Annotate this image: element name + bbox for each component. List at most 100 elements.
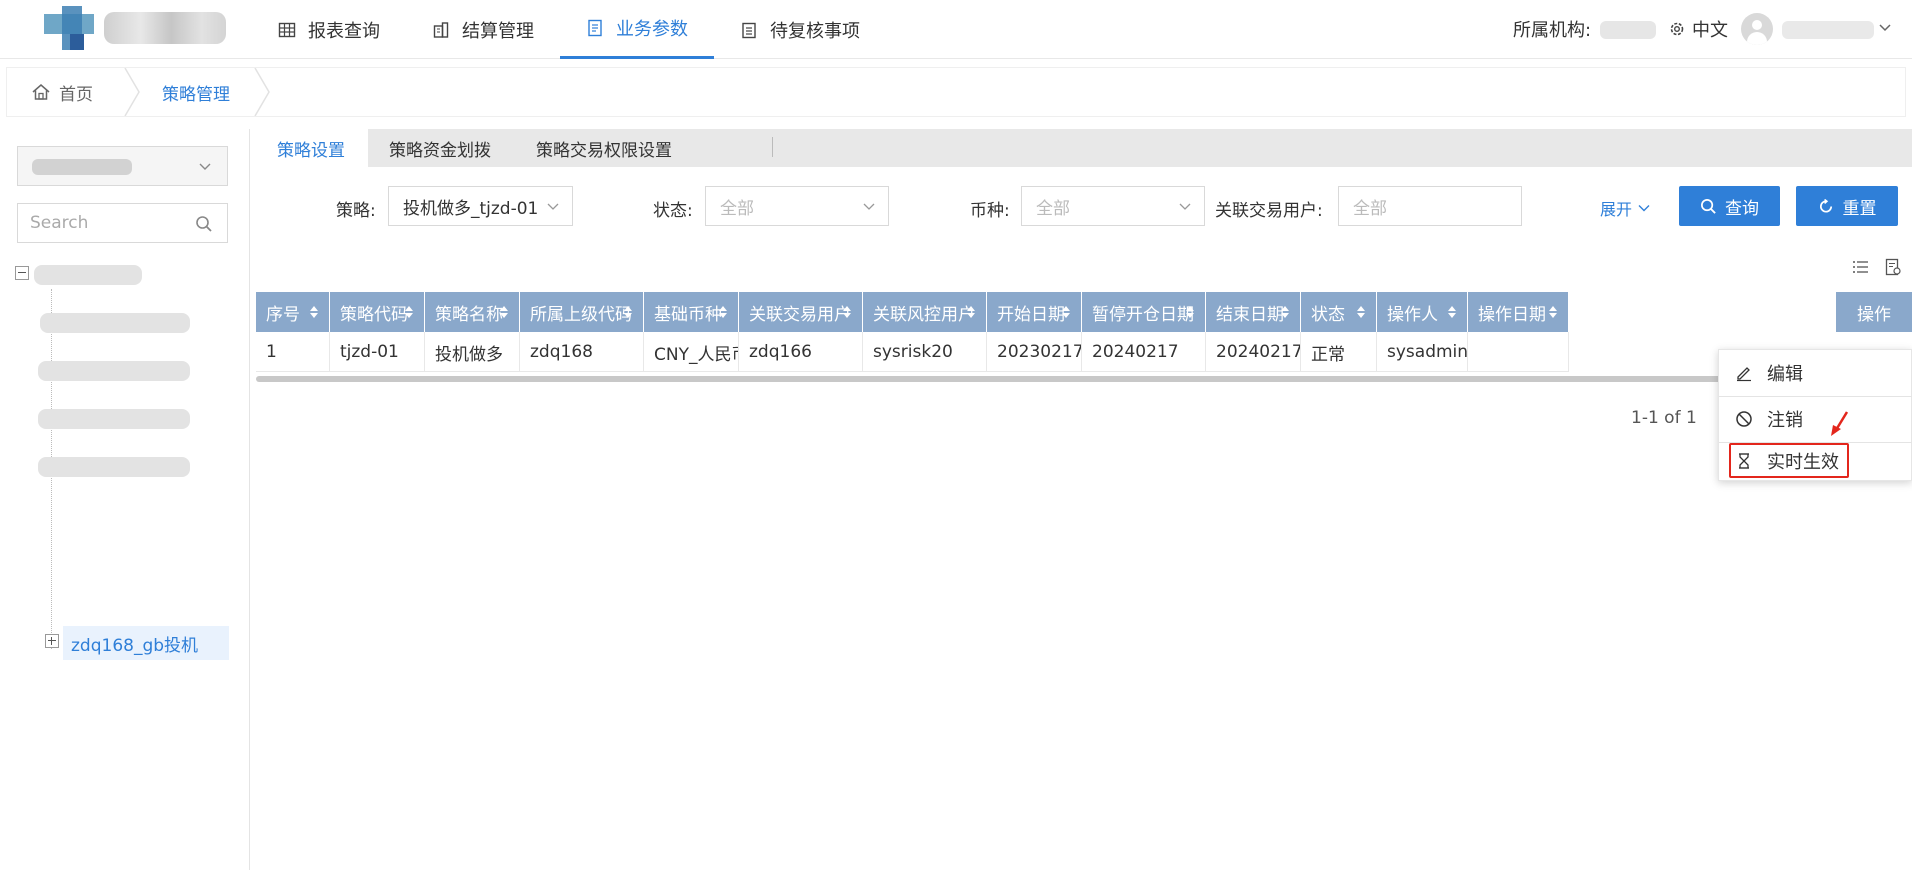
sort-icon[interactable] — [1185, 305, 1195, 319]
column-header-label: 结束日期 — [1216, 304, 1284, 325]
home-icon — [32, 84, 50, 100]
trading-user-input[interactable]: 全部 — [1338, 186, 1522, 226]
tree-node-redacted[interactable] — [38, 409, 190, 429]
refresh-icon — [1819, 198, 1832, 212]
search-icon[interactable] — [195, 215, 213, 233]
nav-pending-review[interactable]: 待复核事项 — [714, 0, 886, 59]
column-header[interactable]: 所属上级代码 — [520, 292, 644, 332]
column-header[interactable]: 策略代码 — [330, 292, 425, 332]
sort-icon[interactable] — [623, 305, 633, 319]
column-header[interactable]: 状态 — [1301, 292, 1377, 332]
column-header-label: 策略代码 — [340, 304, 408, 325]
tree-node-redacted[interactable] — [40, 313, 190, 333]
sort-icon[interactable] — [842, 305, 852, 319]
column-header[interactable]: 基础币种 — [644, 292, 739, 332]
top-bar: 报表查询 结算管理 业务参数 待复核事项 所属机构: 中文 — [0, 0, 1912, 59]
breadcrumb-current[interactable]: 策略管理 — [162, 68, 230, 116]
column-header-label: 基础币种 — [654, 304, 722, 325]
status-select[interactable]: 全部 — [705, 186, 889, 226]
org-select-value-redacted — [32, 159, 132, 175]
org-select[interactable] — [17, 146, 228, 186]
column-header-label: 操作日期 — [1478, 304, 1546, 325]
nav-label: 业务参数 — [616, 19, 688, 40]
column-list-icon[interactable] — [1852, 258, 1870, 276]
query-button[interactable]: 查询 — [1679, 186, 1780, 226]
table-cell: 正常 — [1301, 332, 1377, 372]
column-header[interactable]: 操作日期 — [1468, 292, 1569, 332]
sort-icon[interactable] — [1280, 305, 1290, 319]
language-switch[interactable]: 中文 — [1668, 16, 1728, 42]
tab-strategy-settings[interactable]: 策略设置 — [256, 129, 368, 167]
tree-search — [17, 203, 228, 243]
brand-name-redacted — [104, 12, 226, 44]
column-header[interactable]: 操作人 — [1377, 292, 1468, 332]
query-button-label: 查询 — [1725, 198, 1759, 219]
expand-filters-toggle[interactable]: 展开 — [1600, 196, 1650, 220]
breadcrumb-home[interactable]: 首页 — [31, 68, 93, 116]
tree-collapse-toggle[interactable] — [15, 266, 29, 280]
org-value-redacted — [1600, 21, 1656, 39]
column-header[interactable]: 关联交易用户 — [739, 292, 863, 332]
currency-select-placeholder: 全部 — [1036, 198, 1070, 219]
export-icon[interactable] — [1884, 258, 1902, 276]
annotation-arrow — [1831, 411, 1849, 436]
tab-strategy-fund-transfer[interactable]: 策略资金划拨 — [389, 129, 491, 167]
strategy-filter-label: 策略: — [336, 201, 376, 221]
sort-icon[interactable] — [1548, 305, 1558, 319]
table-cell: sysrisk20 — [863, 332, 987, 372]
strategy-select[interactable]: 投机做多_tjzd-01 — [388, 186, 573, 226]
search-input[interactable] — [30, 212, 190, 234]
document-icon — [588, 19, 602, 37]
language-label: 中文 — [1692, 20, 1728, 41]
avatar[interactable] — [1741, 13, 1773, 45]
column-header-label: 开始日期 — [997, 304, 1065, 325]
menu-item-edit[interactable]: 编辑 — [1719, 350, 1912, 396]
chevron-down-icon[interactable] — [1878, 18, 1892, 38]
brand-logo[interactable] — [44, 6, 94, 50]
sort-icon[interactable] — [966, 305, 976, 319]
column-header[interactable]: 结束日期 — [1206, 292, 1301, 332]
table-row[interactable]: 1tjzd-01投机做多zdq168CNY_人民币zdq166sysrisk20… — [256, 332, 1569, 372]
tree-root-redacted[interactable] — [34, 265, 142, 285]
table-cell: 20240217 — [1082, 332, 1206, 372]
action-column-header: 操作 — [1833, 292, 1912, 332]
trading-user-placeholder: 全部 — [1353, 198, 1387, 219]
column-header[interactable]: 序号 — [256, 292, 330, 332]
tree-node-selected[interactable]: zdq168_gb投机 — [63, 626, 229, 660]
column-header[interactable]: 关联风控用户 — [863, 292, 987, 332]
status-filter-label: 状态: — [653, 201, 693, 221]
tree-node-redacted[interactable] — [38, 361, 190, 381]
chevron-down-icon — [1179, 203, 1191, 210]
sort-icon[interactable] — [718, 305, 728, 319]
column-header[interactable]: 暂停开仓日期 — [1082, 292, 1206, 332]
column-header[interactable]: 开始日期 — [987, 292, 1082, 332]
sort-icon[interactable] — [499, 305, 509, 319]
breadcrumb-separator — [254, 68, 270, 116]
status-select-placeholder: 全部 — [720, 198, 754, 219]
horizontal-scrollbar[interactable] — [256, 376, 1836, 382]
search-icon — [1701, 198, 1716, 214]
table-header: 序号 策略代码 策略名称 所属上级代码 基础币种 关联交易用户 关联风控用户 开始日期 暂停开仓… — [256, 292, 1569, 332]
sort-icon[interactable] — [1356, 305, 1366, 319]
main-nav: 报表查询 结算管理 业务参数 待复核事项 — [252, 0, 886, 59]
nav-business-params[interactable]: 业务参数 — [560, 0, 714, 59]
column-header-label: 暂停开仓日期 — [1092, 304, 1194, 325]
menu-item-cancel[interactable]: 注销 — [1719, 396, 1912, 442]
chevron-down-icon — [863, 203, 875, 210]
username-redacted[interactable] — [1782, 21, 1874, 39]
nav-report-query[interactable]: 报表查询 — [252, 0, 406, 59]
nav-settlement[interactable]: 结算管理 — [406, 0, 560, 59]
tree-node-redacted[interactable] — [38, 457, 190, 477]
column-header[interactable]: 策略名称 — [425, 292, 520, 332]
tree-expand-toggle[interactable] — [45, 634, 59, 648]
sort-icon[interactable] — [309, 305, 319, 319]
reset-button[interactable]: 重置 — [1796, 186, 1898, 226]
sort-icon[interactable] — [404, 305, 414, 319]
sort-icon[interactable] — [1447, 305, 1457, 319]
menu-item-label: 注销 — [1767, 410, 1803, 431]
nav-label: 待复核事项 — [770, 20, 860, 42]
table-cell: 20230217 — [987, 332, 1082, 372]
tab-strategy-trading-permissions[interactable]: 策略交易权限设置 — [536, 129, 672, 167]
sort-icon[interactable] — [1061, 305, 1071, 319]
currency-select[interactable]: 全部 — [1021, 186, 1205, 226]
